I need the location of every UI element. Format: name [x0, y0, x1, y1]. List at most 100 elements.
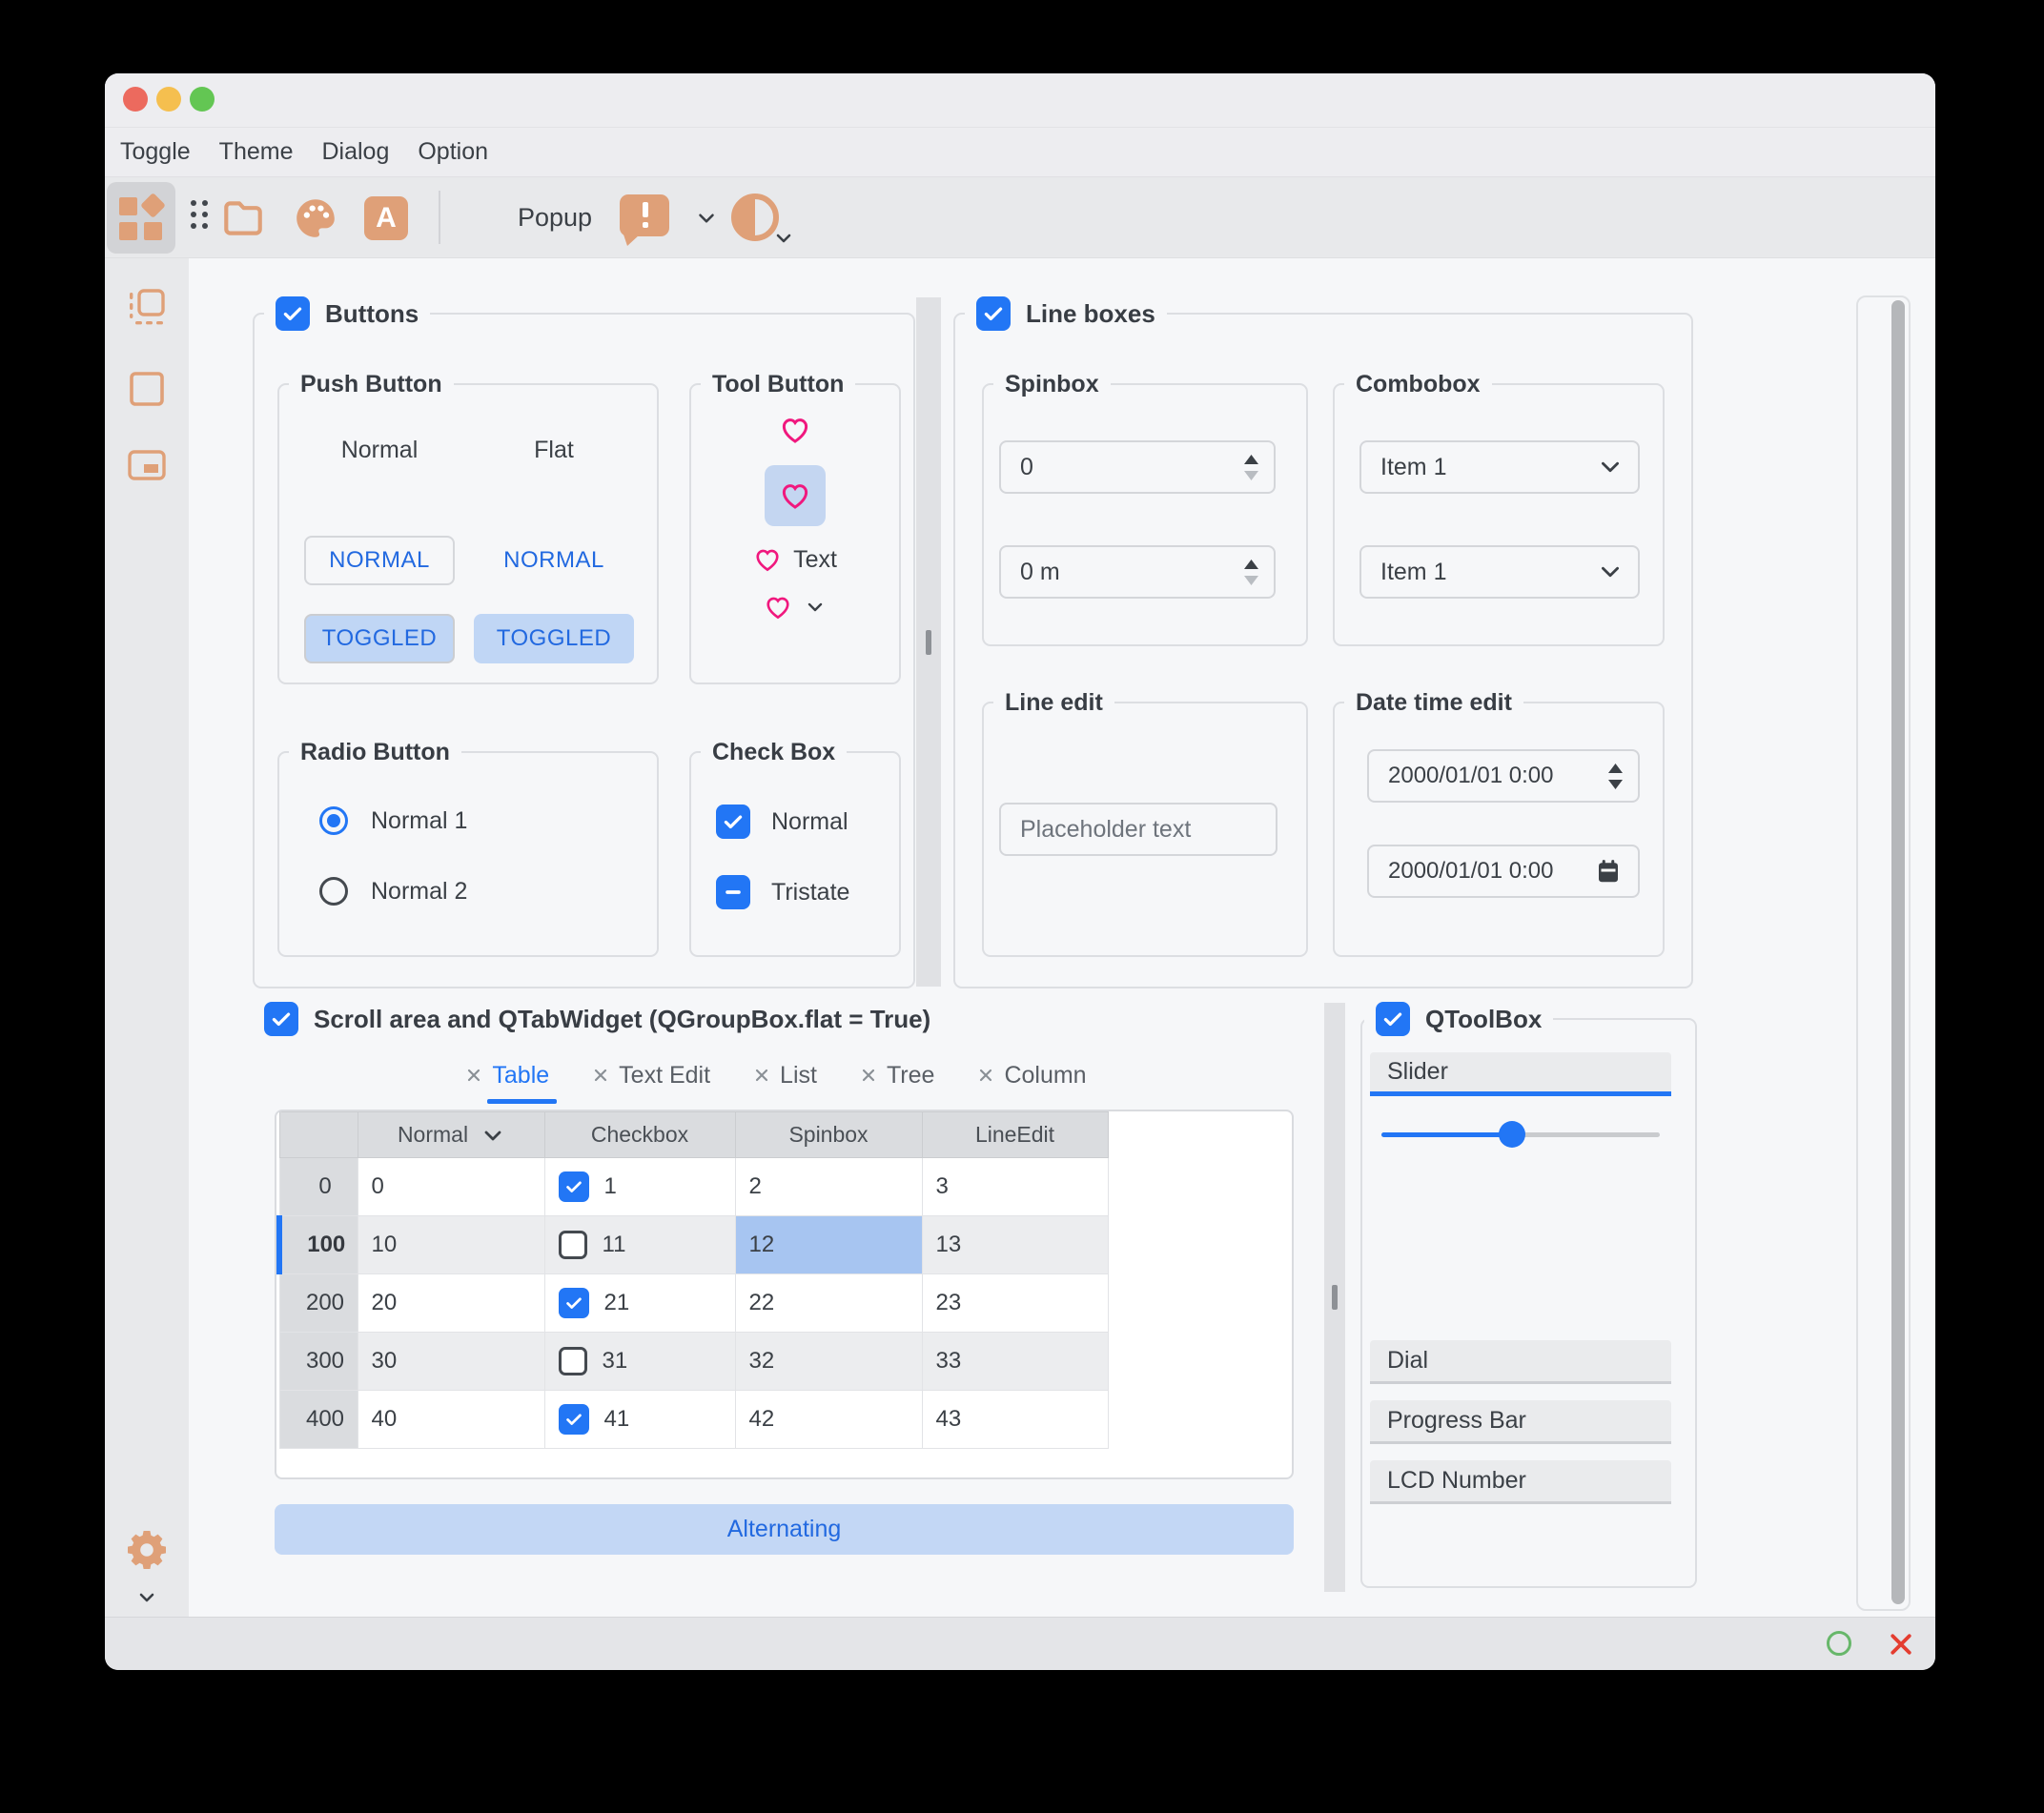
popup-chevron-down-icon[interactable] — [694, 206, 719, 235]
spin-up-icon[interactable] — [1244, 559, 1258, 569]
minimize-traffic-light[interactable] — [156, 87, 181, 112]
checkbox-checked-icon[interactable] — [558, 1404, 589, 1435]
spin-down-icon[interactable] — [1244, 470, 1258, 480]
message-exclamation-icon[interactable] — [620, 194, 669, 246]
slider-handle[interactable] — [1499, 1121, 1526, 1148]
cell-spinbox[interactable]: 32 — [734, 1332, 923, 1391]
checkbox-checked-icon[interactable] — [558, 1171, 589, 1202]
row-header[interactable]: 400 — [278, 1390, 358, 1449]
heart-menu-button[interactable] — [764, 593, 827, 621]
square-button[interactable] — [124, 366, 170, 412]
checkbox-unchecked-icon[interactable] — [558, 1347, 587, 1375]
cell-checkbox[interactable]: 21 — [543, 1273, 736, 1333]
close-icon[interactable] — [591, 1066, 610, 1085]
qtoolbox-group-checkbox[interactable] — [1376, 1002, 1410, 1036]
ok-circle-icon[interactable] — [1827, 1631, 1851, 1656]
cell-checkbox[interactable]: 11 — [543, 1215, 736, 1274]
column-header-lineedit[interactable]: LineEdit — [921, 1111, 1109, 1158]
cell-lineedit[interactable]: 23 — [921, 1273, 1109, 1333]
close-icon[interactable] — [752, 1066, 771, 1085]
menu-dialog[interactable]: Dialog — [321, 138, 389, 166]
vertical-splitter[interactable] — [1324, 1003, 1345, 1592]
line-boxes-group-checkbox[interactable] — [976, 296, 1011, 331]
checkbox-tristate[interactable]: Tristate — [716, 875, 849, 909]
cell-normal[interactable]: 0 — [357, 1157, 545, 1216]
cell-spinbox[interactable]: 42 — [734, 1390, 923, 1449]
close-icon[interactable] — [976, 1066, 995, 1085]
drag-handle-icon[interactable] — [191, 200, 208, 229]
checkbox-normal[interactable]: Normal — [716, 805, 848, 839]
row-header[interactable]: 100 — [276, 1215, 358, 1274]
normal-push-button[interactable]: NORMAL — [304, 536, 455, 585]
vertical-scrollbar[interactable] — [1891, 300, 1905, 1604]
settings-button[interactable] — [124, 1527, 170, 1573]
radio-normal-1[interactable]: Normal 1 — [319, 806, 467, 835]
spinbox-input-2[interactable]: 0 m — [999, 545, 1276, 599]
close-traffic-light[interactable] — [123, 87, 148, 112]
cell-lineedit[interactable]: 33 — [921, 1332, 1109, 1391]
heart-toggled-button[interactable] — [765, 465, 826, 526]
picture-in-picture-button[interactable] — [124, 442, 170, 488]
normal-flat-push-button[interactable]: NORMAL — [481, 536, 626, 585]
checkbox-unchecked-icon[interactable] — [558, 1231, 587, 1259]
tab-tree[interactable]: Tree — [859, 1054, 934, 1096]
cell-normal[interactable]: 10 — [357, 1215, 545, 1274]
folder-button[interactable] — [219, 194, 267, 247]
cell-normal[interactable]: 40 — [357, 1390, 545, 1449]
palette-button[interactable] — [292, 194, 339, 247]
datetime-input-2[interactable]: 2000/01/01 0:00 — [1367, 845, 1640, 898]
cell-spinbox[interactable]: 22 — [734, 1273, 923, 1333]
cell-normal[interactable]: 30 — [357, 1332, 545, 1391]
toolbox-section-lcd-number[interactable]: LCD Number — [1370, 1460, 1671, 1504]
font-icon[interactable]: A — [364, 196, 408, 240]
sidebar-chevron-down-icon[interactable] — [124, 1586, 170, 1609]
menu-toggle[interactable]: Toggle — [120, 138, 191, 166]
cell-checkbox[interactable]: 41 — [543, 1390, 736, 1449]
column-header-spinbox[interactable]: Spinbox — [734, 1111, 923, 1158]
radio-normal-2[interactable]: Normal 2 — [319, 877, 467, 906]
menu-theme[interactable]: Theme — [219, 138, 294, 166]
checkbox-checked-icon[interactable] — [558, 1288, 589, 1318]
cell-normal[interactable]: 20 — [357, 1273, 545, 1333]
close-x-icon[interactable] — [1887, 1630, 1915, 1663]
spin-up-icon[interactable] — [1608, 763, 1623, 773]
tab-list[interactable]: List — [752, 1054, 817, 1096]
combobox-select-1[interactable]: Item 1 — [1359, 440, 1640, 494]
vertical-splitter[interactable] — [916, 297, 941, 987]
heart-text-button[interactable]: Text — [753, 545, 837, 574]
row-header[interactable]: 200 — [278, 1273, 358, 1333]
menu-option[interactable]: Option — [418, 138, 488, 166]
frame-inspect-button[interactable] — [124, 285, 170, 331]
slider[interactable] — [1381, 1121, 1660, 1148]
cell-lineedit[interactable]: 3 — [921, 1157, 1109, 1216]
spin-down-icon[interactable] — [1244, 575, 1258, 585]
zoom-traffic-light[interactable] — [190, 87, 215, 112]
heart-icon[interactable] — [779, 414, 811, 446]
spin-down-icon[interactable] — [1608, 779, 1623, 789]
widgets-tool-button[interactable] — [107, 182, 175, 254]
column-header-normal[interactable]: Normal — [357, 1111, 545, 1158]
spinbox-input-1[interactable]: 0 — [999, 440, 1276, 494]
calendar-icon[interactable] — [1594, 857, 1623, 886]
cell-lineedit[interactable]: 43 — [921, 1390, 1109, 1449]
datetime-input-1[interactable]: 2000/01/01 0:00 — [1367, 749, 1640, 803]
cell-spinbox-selected[interactable]: 12 — [734, 1215, 923, 1274]
tab-text-edit[interactable]: Text Edit — [591, 1054, 710, 1096]
row-header[interactable]: 0 — [278, 1157, 358, 1216]
scroll-area-group-checkbox[interactable] — [264, 1002, 298, 1036]
buttons-group-checkbox[interactable] — [276, 296, 310, 331]
toolbox-section-slider[interactable]: Slider — [1370, 1052, 1671, 1096]
cell-spinbox[interactable]: 2 — [734, 1157, 923, 1216]
tab-table[interactable]: Table — [464, 1054, 557, 1104]
toolbox-section-dial[interactable]: Dial — [1370, 1340, 1671, 1384]
cell-checkbox[interactable]: 31 — [543, 1332, 736, 1391]
cell-checkbox[interactable]: 1 — [543, 1157, 736, 1216]
combobox-select-2[interactable]: Item 1 — [1359, 545, 1640, 599]
close-icon[interactable] — [464, 1066, 483, 1085]
column-header-checkbox[interactable]: Checkbox — [543, 1111, 736, 1158]
alternating-button[interactable]: Alternating — [275, 1504, 1294, 1555]
table-corner-cell[interactable] — [278, 1111, 358, 1158]
spin-up-icon[interactable] — [1244, 454, 1258, 464]
contrast-chevron-down-icon[interactable] — [772, 227, 795, 255]
row-header[interactable]: 300 — [278, 1332, 358, 1391]
